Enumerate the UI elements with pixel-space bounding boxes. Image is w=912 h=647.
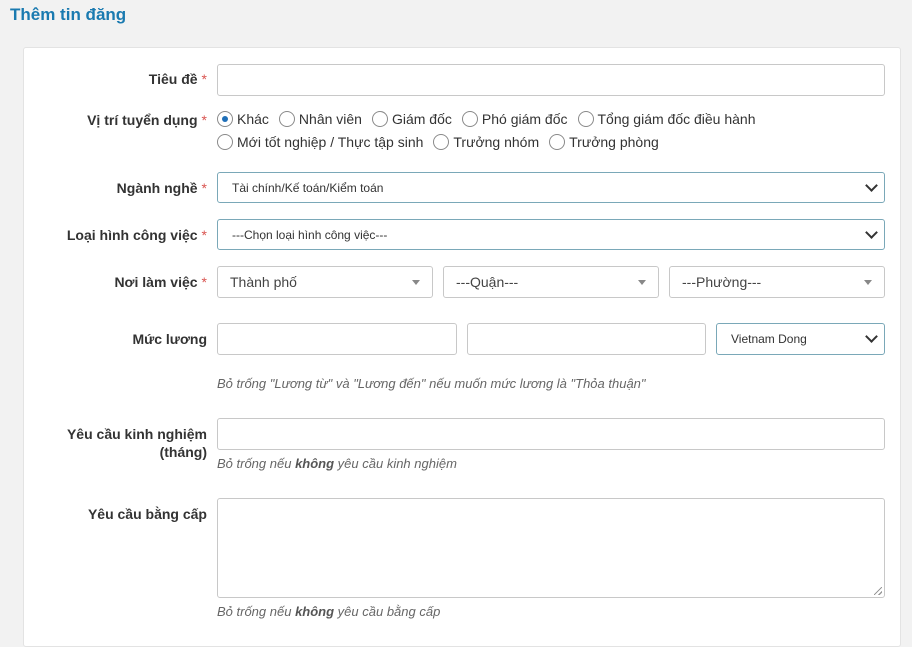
job-type-selected-value: ---Chọn loại hình công việc--- xyxy=(232,227,388,242)
required-mark: * xyxy=(201,227,207,243)
industry-label-text: Ngành nghề xyxy=(116,180,198,196)
degree-hint: Bỏ trống nếu không yêu cầu bằng cấp xyxy=(217,604,440,619)
hint-text: yêu cầu bằng cấp xyxy=(334,604,441,619)
caret-down-icon xyxy=(412,280,420,285)
radio-truong-nhom[interactable]: Trưởng nhóm xyxy=(433,134,539,150)
hint-bold-text: không xyxy=(295,604,335,619)
currency-selected-value: Vietnam Dong xyxy=(731,332,807,346)
page-title: Thêm tin đăng xyxy=(10,5,127,24)
radio-unchecked-icon xyxy=(433,134,450,150)
job-type-label-text: Loại hình công việc xyxy=(66,227,198,243)
degree-label: Yêu cầu bằng cấp xyxy=(88,505,207,523)
radio-unchecked-icon xyxy=(278,111,295,127)
salary-label: Mức lương xyxy=(132,330,207,348)
district-selected-value: ---Quận--- xyxy=(456,274,519,290)
title-label-text: Tiêu đề xyxy=(148,71,198,87)
position-radio-row-1: Khác Nhân viên Giám đốc Phó giám đốc Tổn… xyxy=(217,109,766,129)
radio-label: Trưởng nhóm xyxy=(453,134,540,150)
position-label-text: Vị trí tuyển dụng xyxy=(87,112,198,128)
hint-text: Bỏ trống nếu xyxy=(217,604,296,619)
salary-hint: Bỏ trống "Lương từ" và "Lương đến" nếu m… xyxy=(217,376,646,391)
radio-label: Giám đốc xyxy=(391,111,452,127)
radio-pho-giam-doc[interactable]: Phó giám đốc xyxy=(461,111,568,127)
radio-unchecked-icon xyxy=(577,111,594,127)
radio-moi-tot-nghiep[interactable]: Mới tốt nghiệp / Thực tập sinh xyxy=(217,134,423,150)
experience-label: Yêu cầu kinh nghiệm (tháng) xyxy=(67,425,207,461)
industry-select[interactable]: Tài chính/Kế toán/Kiểm toán xyxy=(217,172,885,203)
radio-label: Nhân viên xyxy=(298,111,362,127)
position-radio-row-2: Mới tốt nghiệp / Thực tập sinh Trưởng nh… xyxy=(217,132,669,152)
city-selected-value: Thành phố xyxy=(230,274,297,290)
district-select[interactable]: ---Quận--- xyxy=(443,266,659,298)
ward-select[interactable]: ---Phường--- xyxy=(669,266,885,298)
resize-handle-icon[interactable] xyxy=(874,587,882,595)
industry-label: Ngành nghề * xyxy=(117,179,207,197)
experience-label-line1: Yêu cầu kinh nghiệm xyxy=(66,426,207,442)
chevron-down-icon xyxy=(865,225,878,239)
radio-unchecked-icon xyxy=(217,134,233,150)
radio-truong-phong[interactable]: Trưởng phòng xyxy=(549,134,659,150)
radio-unchecked-icon xyxy=(371,111,388,127)
radio-checked-icon xyxy=(217,111,233,127)
experience-hint: Bỏ trống nếu không yêu cầu kinh nghiệm xyxy=(217,456,457,471)
job-type-select[interactable]: ---Chọn loại hình công việc--- xyxy=(217,219,885,250)
title-label: Tiêu đề * xyxy=(149,70,207,88)
radio-khac[interactable]: Khác xyxy=(217,111,269,127)
salary-from-input[interactable] xyxy=(217,323,457,355)
required-mark: * xyxy=(201,112,207,128)
required-mark: * xyxy=(201,180,207,196)
radio-label: Mới tốt nghiệp / Thực tập sinh xyxy=(237,134,424,150)
chevron-down-icon xyxy=(865,178,878,192)
industry-selected-value: Tài chính/Kế toán/Kiểm toán xyxy=(232,180,384,195)
experience-input[interactable] xyxy=(217,418,885,450)
radio-giam-doc[interactable]: Giám đốc xyxy=(371,111,452,127)
radio-tong-giam-doc[interactable]: Tổng giám đốc điều hành xyxy=(577,111,756,127)
degree-textarea[interactable] xyxy=(217,498,885,598)
city-select[interactable]: Thành phố xyxy=(217,266,433,298)
position-label: Vị trí tuyển dụng * xyxy=(87,111,207,129)
title-input[interactable] xyxy=(217,64,885,96)
experience-label-line2: (tháng) xyxy=(159,444,207,460)
caret-down-icon xyxy=(638,280,646,285)
chevron-down-icon xyxy=(865,330,878,343)
required-mark: * xyxy=(201,274,207,290)
radio-label: Trưởng phòng xyxy=(569,134,659,150)
required-mark: * xyxy=(201,71,207,87)
workplace-label-text: Nơi làm việc xyxy=(114,274,198,290)
radio-label: Tổng giám đốc điều hành xyxy=(597,111,756,127)
hint-text: Bỏ trống nếu xyxy=(217,456,296,471)
radio-nhan-vien[interactable]: Nhân viên xyxy=(278,111,362,127)
page-header: Thêm tin đăng xyxy=(0,0,912,32)
caret-down-icon xyxy=(864,280,872,285)
salary-to-input[interactable] xyxy=(467,323,706,355)
salary-label-text: Mức lương xyxy=(132,331,207,347)
currency-select[interactable]: Vietnam Dong xyxy=(716,323,885,355)
hint-text: yêu cầu kinh nghiệm xyxy=(334,456,457,471)
radio-unchecked-icon xyxy=(461,111,478,127)
job-type-label: Loại hình công việc * xyxy=(67,226,207,244)
radio-label: Phó giám đốc xyxy=(481,111,568,127)
hint-bold-text: không xyxy=(295,456,335,471)
degree-label-text: Yêu cầu bằng cấp xyxy=(87,506,207,522)
ward-selected-value: ---Phường--- xyxy=(682,274,762,290)
radio-unchecked-icon xyxy=(549,134,566,150)
workplace-label: Nơi làm việc * xyxy=(114,273,207,291)
radio-label: Khác xyxy=(237,111,269,127)
